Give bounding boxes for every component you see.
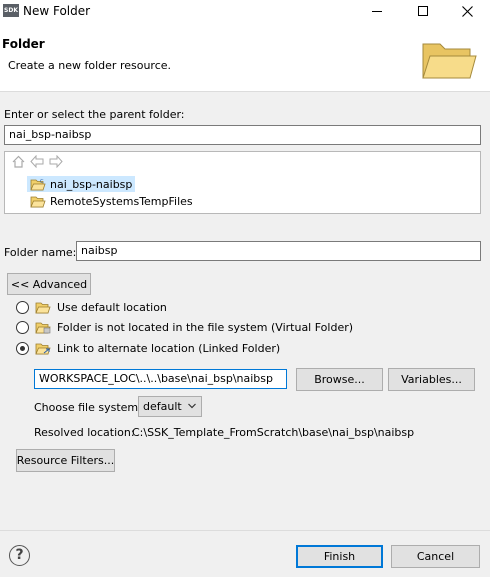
maximize-icon <box>418 6 428 16</box>
sdk-app-icon: SDK <box>3 4 19 17</box>
radio-indicator[interactable] <box>16 321 29 334</box>
radio-use-default-location[interactable]: Use default location <box>16 301 167 314</box>
minimize-button[interactable] <box>354 0 400 22</box>
resolved-location-label: Resolved location: <box>34 426 135 439</box>
radio-label: Use default location <box>57 301 167 314</box>
maximize-button[interactable] <box>400 0 446 22</box>
folder-banner-icon <box>422 43 477 79</box>
parent-folder-label: Enter or select the parent folder: <box>4 108 185 121</box>
radio-indicator-selected[interactable] <box>16 342 29 355</box>
dialog-header: Folder Create a new folder resource. <box>0 22 490 92</box>
header-description: Create a new folder resource. <box>8 59 172 72</box>
folder-name-input[interactable]: naibsp <box>76 241 481 261</box>
tree-item-label: nai_bsp-naibsp <box>50 177 133 191</box>
home-icon[interactable] <box>12 155 25 168</box>
cancel-button[interactable]: Cancel <box>391 545 480 568</box>
svg-text:C: C <box>40 179 44 185</box>
link-location-input[interactable]: WORKSPACE_LOC\..\..\base\nai_bsp\naibsp <box>34 369 287 389</box>
footer-separator <box>0 530 490 531</box>
resource-filters-button[interactable]: Resource Filters... <box>16 449 115 472</box>
resolved-location-value: C:\SSK_Template_FromScratch\base\nai_bsp… <box>132 426 415 439</box>
window-title: New Folder <box>23 4 91 18</box>
folder-icon <box>30 196 46 207</box>
minimize-icon <box>372 10 382 12</box>
back-arrow-icon[interactable] <box>30 155 44 168</box>
tree-item-label: RemoteSystemsTempFiles <box>50 194 193 208</box>
project-folder-icon: C <box>30 179 46 190</box>
title-bar: SDK New Folder <box>0 0 490 22</box>
radio-virtual-folder[interactable]: Folder is not located in the file system… <box>16 321 353 334</box>
variables-button[interactable]: Variables... <box>388 368 475 391</box>
finish-button[interactable]: Finish <box>296 545 383 568</box>
file-system-value: default <box>143 400 182 413</box>
radio-linked-folder[interactable]: Link to alternate location (Linked Folde… <box>16 342 280 355</box>
tree-navigation <box>12 155 63 168</box>
radio-indicator[interactable] <box>16 301 29 314</box>
folder-name-label: Folder name: <box>4 246 77 259</box>
header-title: Folder <box>2 37 45 51</box>
radio-label: Link to alternate location (Linked Folde… <box>57 342 281 355</box>
virtual-folder-icon <box>35 322 51 334</box>
close-button[interactable] <box>444 0 490 22</box>
folder-icon <box>35 302 51 314</box>
advanced-toggle-button[interactable]: << Advanced <box>7 273 91 295</box>
parent-folder-input[interactable]: nai_bsp-naibsp <box>4 125 481 145</box>
tree-item-nai-bsp-naibsp[interactable]: C nai_bsp-naibsp <box>27 176 136 192</box>
chevron-down-icon <box>188 403 196 409</box>
file-system-select[interactable]: default <box>138 396 202 417</box>
radio-label: Folder is not located in the file system… <box>57 321 354 334</box>
linked-folder-icon <box>35 343 51 355</box>
browse-button[interactable]: Browse... <box>296 368 383 391</box>
file-system-label: Choose file system: <box>34 401 142 414</box>
help-icon[interactable]: ? <box>9 545 30 566</box>
tree-item-remote-systems-temp-files[interactable]: RemoteSystemsTempFiles <box>27 193 196 209</box>
close-icon <box>461 5 473 17</box>
folder-tree[interactable]: C nai_bsp-naibsp RemoteSystemsTempFiles <box>4 151 481 214</box>
forward-arrow-icon[interactable] <box>49 155 63 168</box>
